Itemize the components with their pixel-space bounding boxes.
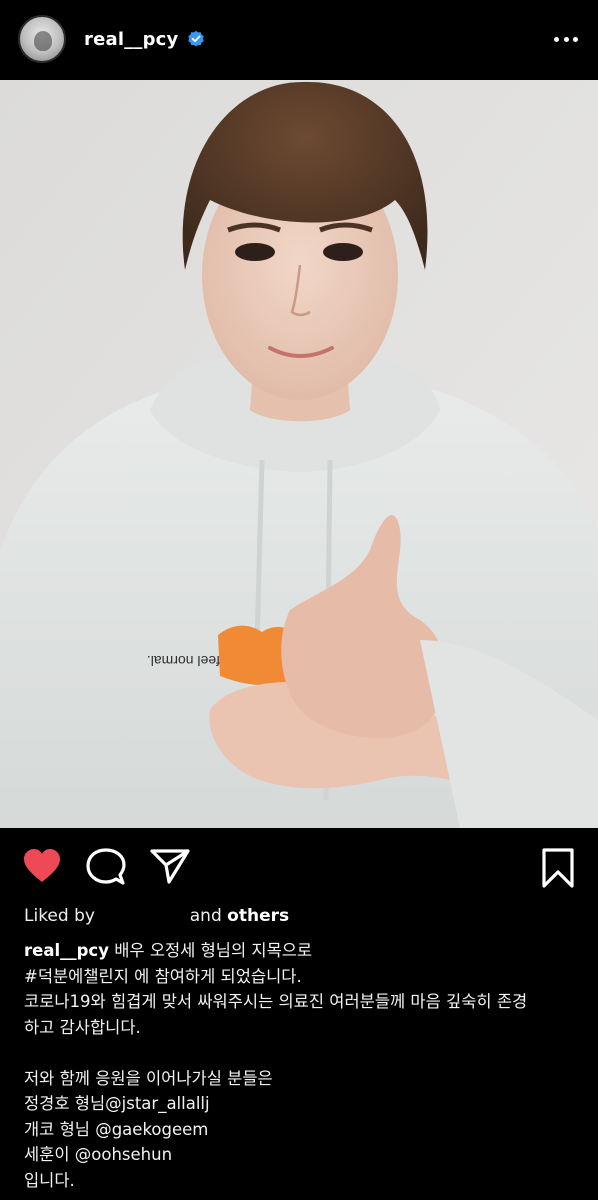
post-actions: [0, 836, 598, 898]
post-caption: real__pcy 배우 오정세 형님의 지목으로 #덕분에챌린지 에 참여하게…: [24, 938, 584, 1193]
caption-line-4: 하고 감사합니다.: [24, 1017, 141, 1037]
caption-line-7: 개코 형님 @gaekogeem: [24, 1119, 209, 1139]
caption-line-2: 에 참여하게 되었습니다.: [128, 966, 302, 986]
post-image: feel normal.: [0, 80, 598, 828]
post-username[interactable]: real__pcy: [84, 29, 179, 50]
post-photo[interactable]: feel normal.: [0, 80, 598, 828]
likes-and-label: and: [189, 906, 222, 926]
caption-username[interactable]: real__pcy: [24, 941, 109, 960]
avatar[interactable]: [18, 15, 66, 63]
hoodie-print-text: feel normal.: [147, 653, 220, 669]
likes-summary[interactable]: Liked by and others: [24, 906, 289, 926]
comment-icon[interactable]: [86, 848, 126, 886]
caption-line-8: 세훈이 @oohsehun: [24, 1145, 173, 1164]
verified-badge-icon: [187, 30, 204, 47]
liked-by-label: Liked by: [24, 906, 95, 926]
send-icon[interactable]: [150, 848, 190, 884]
likes-others-label[interactable]: others: [227, 906, 289, 926]
caption-line-5: 저와 함께 응원을 이어나가실 분들은: [24, 1068, 273, 1088]
caption-line-3: 코로나19와 힘겹게 맞서 싸워주시는 의료진 여러분들께 마음 깊숙히 존경: [24, 992, 528, 1011]
post-header: real__pcy: [0, 0, 598, 78]
heart-filled-icon[interactable]: [22, 848, 62, 884]
bookmark-icon[interactable]: [541, 848, 575, 888]
caption-line-9: 입니다.: [24, 1170, 75, 1190]
caption-hashtag[interactable]: #덕분에챌린지: [24, 967, 129, 986]
caption-line-6: 정경호 형님@jstar_allallj: [24, 1094, 210, 1113]
more-options-icon[interactable]: [554, 35, 578, 43]
caption-line-1: 배우 오정세 형님의 지목으로: [114, 941, 313, 960]
